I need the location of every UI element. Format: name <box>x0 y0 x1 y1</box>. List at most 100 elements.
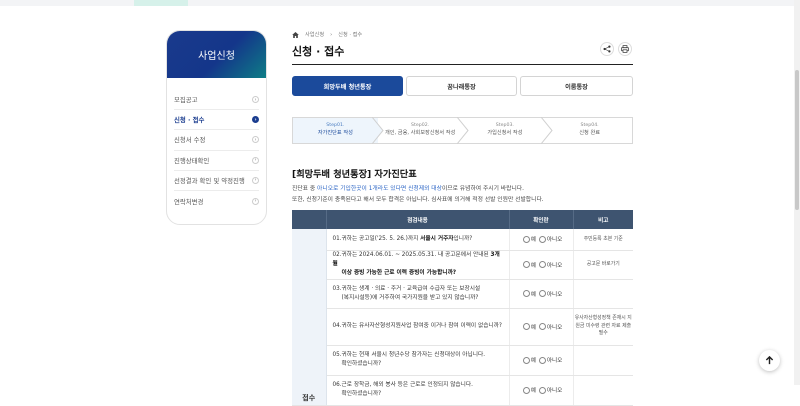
title-divider <box>292 64 633 65</box>
sidebar-item-apply[interactable]: 신청 · 접수 › <box>174 110 259 131</box>
question-text: 귀하는 공고일('25. 5. 26.)까지 <box>341 235 421 242</box>
table-header-cell <box>292 210 327 229</box>
sidebar-item-label: 신청서 수정 <box>174 136 206 145</box>
radio-yes[interactable] <box>522 261 530 268</box>
question-text: 입니까? <box>453 235 473 242</box>
radio-no[interactable] <box>538 261 546 268</box>
chevron-right-icon: › <box>252 136 259 144</box>
sidebar-item-contact[interactable]: 연락처변경 › <box>174 191 259 211</box>
table-row: 02.귀하는 2024.06.01. ~ 2025.05.31. 내 공고문에서… <box>292 250 633 280</box>
radio-no-label: 아니오 <box>546 324 563 331</box>
radio-no[interactable] <box>538 356 546 364</box>
question-number: 05. <box>332 352 342 359</box>
step-2: Step02. 개인, 금융, 사회보장신청서 작성 <box>378 117 469 144</box>
question-text: 귀하는 2024.06.01. ~ 2025.05.31. 내 공고문에서 안내… <box>341 252 491 259</box>
page-scrollbar[interactable] <box>794 0 800 385</box>
breadcrumb-level1[interactable]: 사업신청 <box>305 31 324 38</box>
radio-no-label: 아니오 <box>546 237 563 244</box>
step-arrow-icon <box>456 117 469 144</box>
self-check-table: 점검내용 확인란 비고 접수 01.귀하는 공고일('25. 5. 26.)까지… <box>292 210 633 406</box>
print-button[interactable] <box>618 42 632 56</box>
question-number: 06. <box>332 382 342 389</box>
radio-yes-label: 예 <box>530 324 536 331</box>
radio-yes[interactable] <box>522 290 530 297</box>
note-cell <box>573 279 633 309</box>
radio-no-label: 아니오 <box>546 388 563 394</box>
sidebar-item-result[interactable]: 선정결과 확인 및 약정진행 › <box>174 171 259 191</box>
tab-hope-double[interactable]: 희망두배 청년통장 <box>292 76 403 96</box>
radio-yes-label: 예 <box>530 291 536 298</box>
chevron-right-icon: › <box>252 176 259 184</box>
answer-cell: 예 아니오 <box>509 375 574 406</box>
sidebar-item-edit[interactable]: 신청서 수정 › <box>174 130 259 151</box>
sidebar-item-notice[interactable]: 모집공고 › <box>174 90 259 111</box>
group-label: 접수 <box>292 229 327 406</box>
home-icon[interactable] <box>292 31 299 38</box>
notice-link[interactable]: 공고문 바로가기 <box>587 261 620 267</box>
question-text: 확인하셨습니까? <box>341 361 382 367</box>
desc-text: 이므로 유념하여 주시기 바랍니다. <box>441 186 524 192</box>
arrow-up-icon <box>765 356 774 365</box>
breadcrumb-level2[interactable]: 신청 · 접수 <box>338 31 362 38</box>
question-text: (복지시설등)에 거주하여 국가지원을 받고 있지 않습니까? <box>341 294 479 301</box>
sidebar-title: 사업신청 <box>167 31 266 78</box>
sidebar-item-status[interactable]: 진행상태확인 › <box>174 151 259 171</box>
question-number: 03. <box>332 285 342 292</box>
step-arrow-icon <box>541 117 553 144</box>
radio-yes[interactable] <box>522 323 530 330</box>
chevron-right-icon: › <box>252 96 259 104</box>
share-icon <box>603 45 611 53</box>
question-bold: 이상 증빙 가능한 근로 이력 증빙이 가능합니까? <box>341 269 457 276</box>
radio-no[interactable] <box>538 235 546 243</box>
note-cell: 공고문 바로가기 <box>573 250 633 280</box>
question-text: 귀하는 현재 서울시 청년수당 참가자는 신청대상이 아닙니다. <box>341 352 486 359</box>
table-row: 06.근로 장학금, 해외 봉사 등은 근로로 인정되지 않습니다. 확인하셨습니… <box>292 375 633 406</box>
radio-yes[interactable] <box>522 386 530 394</box>
sidebar-item-label: 연락처변경 <box>174 197 204 206</box>
radio-no-label: 아니오 <box>546 291 563 298</box>
scrollbar-thumb[interactable] <box>795 70 799 210</box>
desc-text: 진단표 중 <box>292 186 318 192</box>
table-row: 03.귀하는 생계 · 의료 · 주거 · 교육급여 수급자 또는 보장시설 (복… <box>292 279 633 309</box>
table-row: 04.귀하는 유사자산형성지원사업 참여중 이거나 참여 이력이 없습니까? 예… <box>292 308 633 346</box>
step-label: 가입신청서 작성 <box>487 130 523 137</box>
scroll-top-button[interactable] <box>759 350 780 371</box>
step-indicator: Step01. 자가진단표 작성 Step02. 개인, 금융, 사회보장신청서… <box>292 117 633 144</box>
radio-no[interactable] <box>538 323 546 330</box>
breadcrumb-separator: › <box>330 31 333 38</box>
table-row: 접수 01.귀하는 공고일('25. 5. 26.)까지 서울시 거주자입니까?… <box>292 229 633 406</box>
step-4: Step04. 신청 완료 <box>547 118 632 143</box>
top-bar-accent <box>134 0 188 6</box>
question-text: 확인하셨습니까? <box>341 391 382 397</box>
radio-no[interactable] <box>538 386 546 394</box>
sidebar-menu: 모집공고 › 신청 · 접수 › 신청서 수정 › 진행상태확인 › 선정결과 확인 및… <box>167 78 266 211</box>
question-bold: 서울시 거주자 <box>420 235 454 242</box>
answer-cell: 예 아니오 <box>509 250 574 280</box>
page-title: 신청 · 접수 <box>292 45 345 58</box>
tab-irum[interactable]: 이룸통장 <box>520 76 633 96</box>
radio-no-label: 아니오 <box>546 262 563 269</box>
section-note: 또한, 신청기준이 충족된다고 해서 모두 합격은 아닙니다. 심사표에 의거해… <box>292 197 544 203</box>
question-number: 01. <box>332 235 342 242</box>
table-row: 05.귀하는 현재 서울시 청년수당 참가자는 신청대상이 아닙니다. 확인하셨습… <box>292 345 633 376</box>
tab-dream-wing[interactable]: 꿈나래통장 <box>406 76 517 96</box>
chevron-right-icon: › <box>252 197 259 205</box>
top-bar <box>0 0 800 6</box>
radio-yes[interactable] <box>522 356 530 364</box>
program-tabs: 희망두배 청년통장 꿈나래통장 이룸통장 <box>292 76 633 96</box>
share-button[interactable] <box>600 42 614 56</box>
sidebar-item-label: 모집공고 <box>174 96 198 105</box>
radio-yes[interactable] <box>522 235 530 243</box>
note-cell: 유사자산형성정책 존재시 지원금 미수령 관련 자료 제출 필수 <box>573 308 633 346</box>
question-cell: 06.근로 장학금, 해외 봉사 등은 근로로 인정되지 않습니다. 확인하셨습니… <box>326 375 510 406</box>
step-label: 개인, 금융, 사회보장신청서 작성 <box>384 130 456 137</box>
radio-no-label: 아니오 <box>546 358 563 364</box>
radio-no[interactable] <box>538 290 546 297</box>
answer-cell: 예 아니오 <box>509 229 574 251</box>
chevron-right-icon: › <box>252 116 259 124</box>
table-header-cell: 점검내용 <box>326 210 510 229</box>
table-header-cell: 비고 <box>573 210 633 229</box>
sidebar-item-label: 신청 · 접수 <box>174 116 205 125</box>
question-number: 04. <box>332 323 342 330</box>
answer-cell: 예 아니오 <box>509 308 574 346</box>
